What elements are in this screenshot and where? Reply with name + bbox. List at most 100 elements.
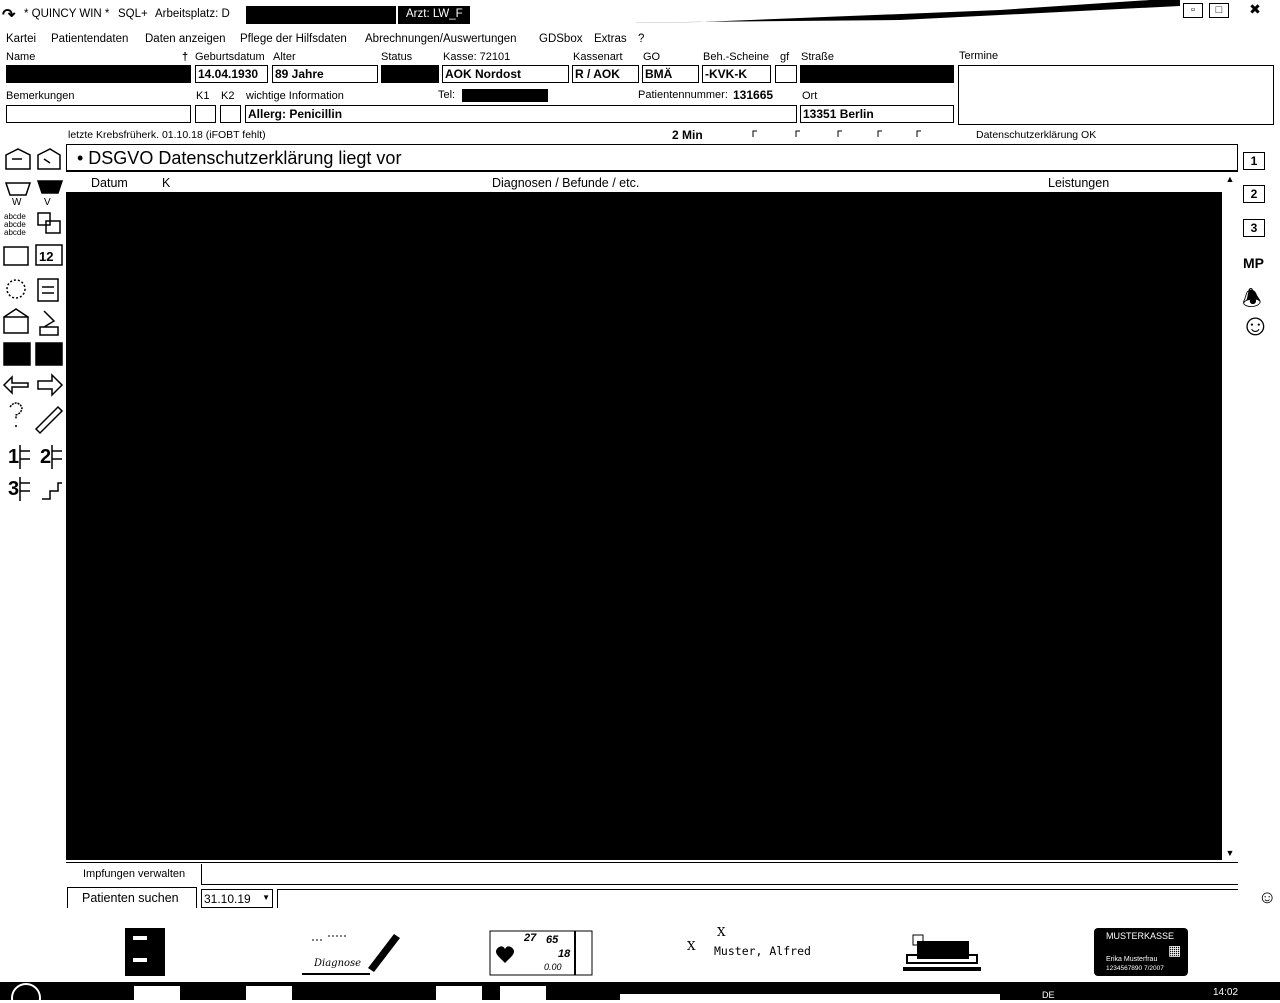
small-smiley-icon[interactable]: ☺ [1258,887,1276,908]
register-tab-3[interactable]: 3 [1243,219,1265,237]
register-tab-2[interactable]: 2 [1243,185,1265,203]
k2-field[interactable] [220,105,241,123]
vitals-icon [489,930,593,976]
k1-field[interactable] [195,105,216,123]
medication-plan-icon[interactable]: MP [1243,255,1264,271]
col-k[interactable]: K [162,176,170,190]
feather-icon[interactable] [34,403,62,431]
go-field[interactable]: BMÄ [642,65,699,83]
search-input[interactable] [277,889,1238,908]
calendar-icon[interactable] [34,243,62,271]
printer-widget[interactable] [895,922,985,982]
basket-v-icon[interactable] [34,179,62,207]
app-icon[interactable]: ↷ [2,5,15,25]
kasse-label: Kasse: 72101 [443,51,511,63]
list-3-icon[interactable] [2,469,30,497]
stairs-icon[interactable] [34,469,62,497]
menu-pflege[interactable]: Pflege der Hilfsdaten [240,33,347,45]
smiley-icon[interactable]: ☺ [1240,311,1271,341]
vital-1: 27 [524,932,537,944]
kassenart-field[interactable]: R / AOK [572,65,639,83]
tel-field[interactable] [462,89,548,102]
gf-label: gf [780,51,790,63]
name-label: Name [6,51,36,63]
status-label: Status [381,51,413,63]
bemerkungen-label: Bemerkungen [6,90,75,102]
suchen-button[interactable]: Patienten suchen [67,887,197,908]
diagnose-pen-icon [302,934,400,975]
date-select[interactable]: 31.10.19 ▼ [201,889,273,908]
x-marker-1: X [687,939,696,953]
x-marker-2: X [717,925,726,939]
dsgvo-banner-text: • DSGVO Datenschutzerklärung liegt vor [77,148,402,168]
menu-kartei[interactable]: Kartei [6,33,36,45]
col-datum[interactable]: Datum [91,176,128,190]
close-icon: ✖ [1249,1,1261,17]
menu-extras[interactable]: Extras [594,33,627,45]
beh-field[interactable]: -KVK-K [702,65,771,83]
doctor-label: Arzt: LW_F [406,8,463,20]
language-indicator[interactable]: DE [1042,990,1055,1000]
globe-icon[interactable] [2,275,30,303]
new-entry-icon[interactable] [2,145,30,173]
arrow-right-icon[interactable] [34,371,62,399]
menu-gdsbox[interactable]: GDSbox [539,33,582,45]
menu-patientendaten[interactable]: Patientendaten [51,33,128,45]
record-list[interactable] [66,192,1222,860]
scrollbar-track[interactable] [1222,188,1238,848]
status-field[interactable] [381,65,439,83]
list-2-icon[interactable] [34,437,62,465]
vitals-widget[interactable]: 27 65 18 0.00 [488,922,594,982]
bemerkungen-field[interactable] [6,105,191,123]
menu-daten-anzeigen[interactable]: Daten anzeigen [145,33,226,45]
name-field[interactable] [6,65,191,83]
shelves-icon[interactable] [34,339,62,367]
menu-help[interactable]: ? [638,33,644,45]
taskbar-icons [11,983,1000,1003]
vital-4: 0.00 [544,962,562,972]
patient-name-label: Muster, Alfred [714,944,811,958]
building-icon[interactable] [2,339,30,367]
windows-icon[interactable] [34,211,62,239]
ort-field[interactable]: 13351 Berlin [800,105,954,123]
clock[interactable]: 14:02 [1213,987,1238,998]
wichtig-field[interactable]: Allerg: Penicillin [245,105,797,123]
stamp-icon[interactable] [34,307,62,335]
kasse-field[interactable]: AOK Nordost [442,65,569,83]
impfungen-underline [201,884,1238,885]
diagnose-widget[interactable]: Diagnose [298,922,404,982]
minimize-button[interactable]: ▫ [1183,3,1203,18]
termine-box[interactable] [958,65,1274,125]
help-icon[interactable] [2,403,30,431]
menu-abrechnungen[interactable]: Abrechnungen/Auswertungen [365,33,517,45]
close-button[interactable]: ✖ [1245,1,1265,18]
register-tab-1[interactable]: 1 [1243,152,1265,170]
strasse-field[interactable] [800,65,954,83]
card-number: 1234567890 7/2007 [1106,965,1164,972]
edit-entry-icon[interactable] [34,145,62,173]
text-blocks-icon[interactable] [2,211,30,239]
k2-label: K2 [221,90,235,102]
impfungen-tab[interactable]: Impfungen verwalten [66,864,202,884]
checklist-icon[interactable] [34,275,62,303]
card-name: Erika Musterfrau [1106,956,1158,963]
mail-icon[interactable] [2,307,30,335]
workplace-label: Arbeitsplatz: D [155,8,230,20]
arrow-left-icon[interactable] [2,371,30,399]
camera-icon[interactable] [2,243,30,271]
insurance-card[interactable]: MUSTERKASSE ▦ Erika Musterfrau 123456789… [1094,928,1188,976]
col-leistungen[interactable]: Leistungen [1048,176,1109,190]
chevron-down-icon: ▼ [262,893,270,902]
maximize-button[interactable]: □ [1209,3,1229,18]
gf-field[interactable] [775,65,797,83]
col-diagnosen[interactable]: Diagnosen / Befunde / etc. [492,176,639,190]
list-1-icon[interactable] [2,437,30,465]
card-reader-widget[interactable] [118,922,170,982]
dob-field[interactable]: 14.04.1930 [195,65,268,83]
dob-label: Geburtsdatum [195,51,265,63]
suchen-label: Patienten suchen [82,891,179,905]
scroll-down-button[interactable]: ▼ [1223,848,1237,860]
app-title: * QUINCY WIN * [24,8,110,20]
scroll-up-button[interactable]: ▲ [1223,174,1237,188]
basket-w-icon[interactable] [2,179,30,207]
